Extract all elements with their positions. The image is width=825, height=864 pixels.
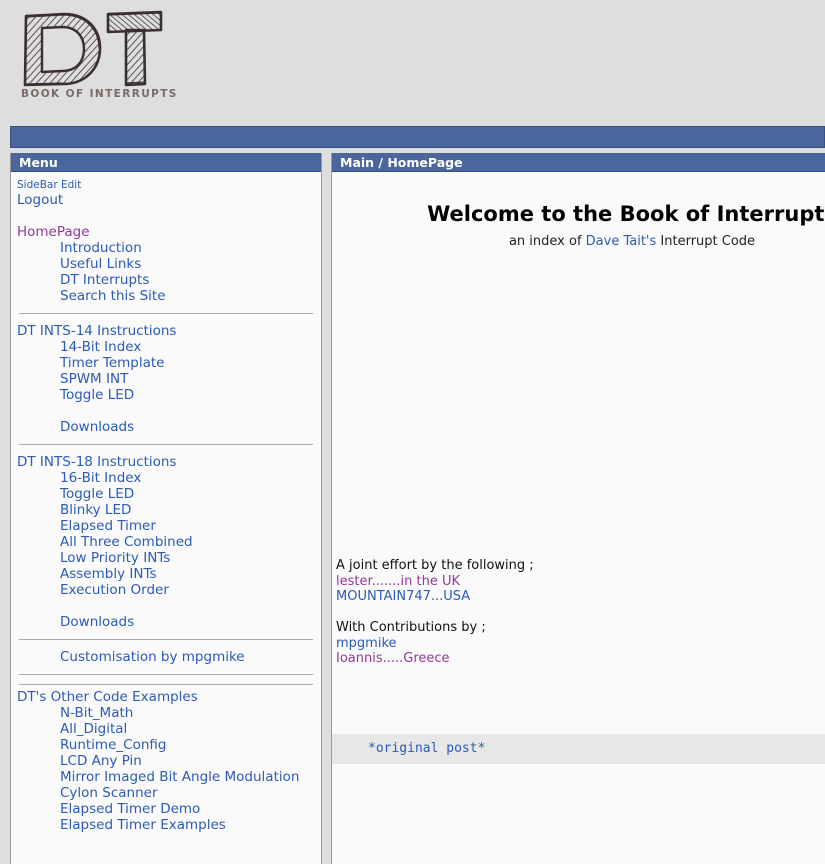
sidebar-menu: SideBar Edit Logout HomePage Introduction Us… <box>11 172 321 833</box>
main-content-panel: Main / HomePage Welcome to the Book of I… <box>331 153 825 864</box>
page-title: Welcome to the Book of Interrupts <box>427 202 825 226</box>
sidebar-item-all-digital[interactable]: All_Digital <box>17 721 315 737</box>
sidebar-separator <box>19 639 313 640</box>
sidebar-item-timer-template[interactable]: Timer Template <box>17 355 315 371</box>
sidebar-item-introduction[interactable]: Introduction <box>17 240 315 256</box>
sidebar-item-dt-ints-14-instructions[interactable]: DT INTS-14 Instructions <box>17 323 315 339</box>
sidebar-item-downloads[interactable]: Downloads <box>17 614 315 630</box>
sidebar-item-sidebar-edit[interactable]: SideBar Edit <box>17 178 315 192</box>
logo-tagline: BOOK OF INTERRUPTS <box>21 88 178 100</box>
sidebar-item-useful-links[interactable]: Useful Links <box>17 256 315 272</box>
sidebar-separator <box>19 684 313 685</box>
sidebar-item-14-bit-index[interactable]: 14-Bit Index <box>17 339 315 355</box>
sidebar-item-cylon-scanner[interactable]: Cylon Scanner <box>17 785 315 801</box>
subtitle-prefix: an index of <box>508 234 586 249</box>
sidebar-item-elapsed-timer-examples[interactable]: Elapsed Timer Examples <box>17 817 315 833</box>
sidebar: Menu SideBar Edit Logout HomePage Introduct… <box>10 153 322 864</box>
sidebar-separator <box>19 444 313 445</box>
sidebar-item-toggle-led[interactable]: Toggle LED <box>17 486 315 502</box>
sidebar-item-search-this-site[interactable]: Search this Site <box>17 288 315 304</box>
sidebar-item-dt-interrupts[interactable]: DT Interrupts <box>17 272 315 288</box>
contributor-link[interactable]: Ioannis.....Greece <box>336 651 534 667</box>
sidebar-item-elapsed-timer-demo[interactable]: Elapsed Timer Demo <box>17 801 315 817</box>
sidebar-item-customisation-by-mpgmike[interactable]: Customisation by mpgmike <box>17 649 315 665</box>
sidebar-item-logout[interactable]: Logout <box>17 192 315 208</box>
author-link[interactable]: MOUNTAIN747...USA <box>336 589 534 605</box>
sidebar-item-dt-s-other-code-examples[interactable]: DT's Other Code Examples <box>17 689 315 705</box>
sidebar-item-blinky-led[interactable]: Blinky LED <box>17 502 315 518</box>
subtitle-suffix: Interrupt Code <box>656 234 756 249</box>
sidebar-item-downloads[interactable]: Downloads <box>17 419 315 435</box>
page-subtitle: an index of Dave Tait's Interrupt Code <box>332 234 825 249</box>
sidebar-item-toggle-led[interactable]: Toggle LED <box>17 387 315 403</box>
sidebar-item-dt-ints-18-instructions[interactable]: DT INTS-18 Instructions <box>17 454 315 470</box>
author-link[interactable]: lester.......in the UK <box>336 574 534 590</box>
code-block: *original post* <box>332 734 825 764</box>
sidebar-item-runtime-config[interactable]: Runtime_Config <box>17 737 315 753</box>
sidebar-item-lcd-any-pin[interactable]: LCD Any Pin <box>17 753 315 769</box>
breadcrumb: Main / HomePage <box>332 153 825 172</box>
sidebar-item-homepage[interactable]: HomePage <box>17 224 315 240</box>
dt-sketch-logo-icon <box>23 10 163 87</box>
original-post-link[interactable]: *original post* <box>332 734 485 764</box>
contributor-link[interactable]: mpgmike <box>336 636 534 652</box>
credits-spacer <box>336 605 534 621</box>
subtitle-link[interactable]: Dave Tait's <box>586 234 657 249</box>
sidebar-item-elapsed-timer[interactable]: Elapsed Timer <box>17 518 315 534</box>
sidebar-item-assembly-ints[interactable]: Assembly INTs <box>17 566 315 582</box>
joint-effort-label: A joint effort by the following ; <box>336 558 534 573</box>
sidebar-item-execution-order[interactable]: Execution Order <box>17 582 315 598</box>
site-header: BOOK OF INTERRUPTS <box>0 0 825 118</box>
sidebar-separator <box>19 674 313 675</box>
sidebar-item-spwm-int[interactable]: SPWM INT <box>17 371 315 387</box>
sidebar-item-n-bit-math[interactable]: N-Bit_Math <box>17 705 315 721</box>
top-navigation-bar <box>10 126 825 148</box>
sidebar-item-low-priority-ints[interactable]: Low Priority INTs <box>17 550 315 566</box>
sidebar-item-mirror-imaged-bit-angle-modulation[interactable]: Mirror Imaged Bit Angle Modulation <box>17 769 315 785</box>
contributions-label: With Contributions by ; <box>336 620 486 635</box>
sidebar-separator <box>19 313 313 314</box>
sidebar-title: Menu <box>11 153 321 172</box>
credits-block: A joint effort by the following ; lester… <box>336 558 534 667</box>
sidebar-item-all-three-combined[interactable]: All Three Combined <box>17 534 315 550</box>
sidebar-item-16-bit-index[interactable]: 16-Bit Index <box>17 470 315 486</box>
